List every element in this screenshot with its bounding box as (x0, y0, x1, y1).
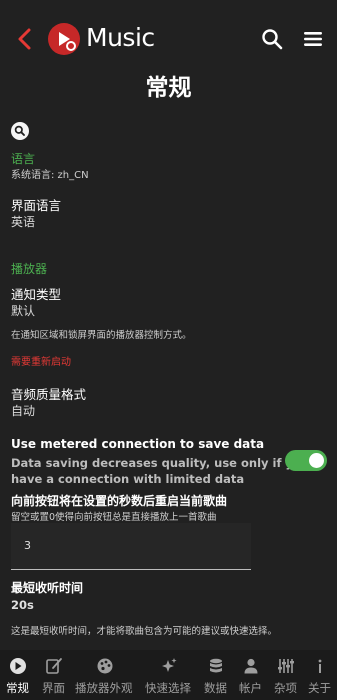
page-title: 常规 (145, 75, 192, 101)
metered-connection-description-2: have a connection with limited data (11, 472, 245, 486)
search-settings-icon[interactable] (11, 122, 29, 140)
database-icon (210, 658, 222, 673)
app-logo-icon (10, 658, 26, 674)
menu-icon[interactable] (303, 29, 323, 49)
back-arrow-icon[interactable] (14, 26, 36, 52)
restart-required-note: 需要重新启动 (11, 357, 71, 368)
nav-item-about[interactable]: 关于 (304, 650, 337, 700)
person-icon (244, 658, 258, 674)
metered-connection-description-1: Data saving decreases quality, use only … (11, 456, 310, 470)
sliders-icon (278, 659, 294, 673)
notification-type-description: 在通知区域和锁屏界面的播放器控制方式。 (11, 330, 192, 341)
nav-item-quick-picks[interactable]: 快速选择 (142, 650, 196, 700)
app-logo-icon (48, 23, 80, 55)
nav-label-quick-picks: 快速选择 (145, 681, 191, 695)
restart-seconds-input[interactable]: 3 (11, 523, 251, 570)
restart-song-title: 向前按钮将在设置的秒数后重启当前歌曲 (11, 494, 228, 508)
nav-item-player-appearance[interactable]: 播放器外观 (72, 650, 138, 700)
palette-icon (97, 658, 113, 674)
edit-icon (46, 658, 62, 674)
metered-connection-title: Use metered connection to save data (11, 437, 265, 451)
nav-label-misc: 杂项 (274, 681, 297, 695)
system-language-text: 系统语言: zh_CN (11, 170, 89, 181)
nav-label-interface: 界面 (42, 681, 65, 695)
search-icon[interactable] (261, 28, 283, 50)
app-header: Music (0, 0, 337, 70)
toggle-knob (309, 453, 324, 468)
section-player-header: 播放器 (11, 262, 48, 276)
nav-label-player-appearance: 播放器外观 (75, 681, 133, 695)
min-listen-description: 这是最短收听时间，才能将歌曲包含为可能的建议或快速选择。 (11, 626, 278, 637)
nav-label-general: 常规 (6, 681, 29, 695)
nav-item-interface[interactable]: 界面 (36, 650, 72, 700)
nav-item-data[interactable]: 数据 (200, 650, 232, 700)
info-icon (318, 659, 322, 673)
ui-language-title: 界面语言 (11, 198, 62, 213)
nav-item-account[interactable]: 帐户 (235, 650, 267, 700)
nav-item-misc[interactable]: 杂项 (270, 650, 302, 700)
section-language-header: 语言 (11, 152, 36, 166)
audio-quality-value: 自动 (11, 404, 36, 418)
app-title: Music (86, 23, 155, 52)
nav-label-data: 数据 (204, 681, 227, 695)
nav-item-general[interactable]: 常规 (0, 650, 36, 700)
bottom-nav: 常规 界面 播放器外观 快速选择 数据 帐户 杂项 关于 (0, 650, 337, 700)
sparkles-icon (162, 658, 177, 672)
restart-song-hint: 留空或置0使得向前按钮总是直接播放上一首歌曲 (11, 512, 217, 523)
notification-type-title: 通知类型 (11, 287, 62, 302)
ui-language-value: 英语 (11, 215, 36, 229)
nav-label-about: 关于 (308, 681, 331, 695)
restart-seconds-value: 3 (24, 539, 31, 552)
nav-label-account: 帐户 (239, 681, 262, 695)
min-listen-value[interactable]: 20s (11, 598, 34, 612)
min-listen-title: 最短收听时间 (11, 581, 84, 595)
notification-type-value: 默认 (11, 304, 36, 318)
audio-quality-title: 音频质量格式 (11, 387, 87, 402)
metered-connection-toggle[interactable] (285, 450, 327, 471)
